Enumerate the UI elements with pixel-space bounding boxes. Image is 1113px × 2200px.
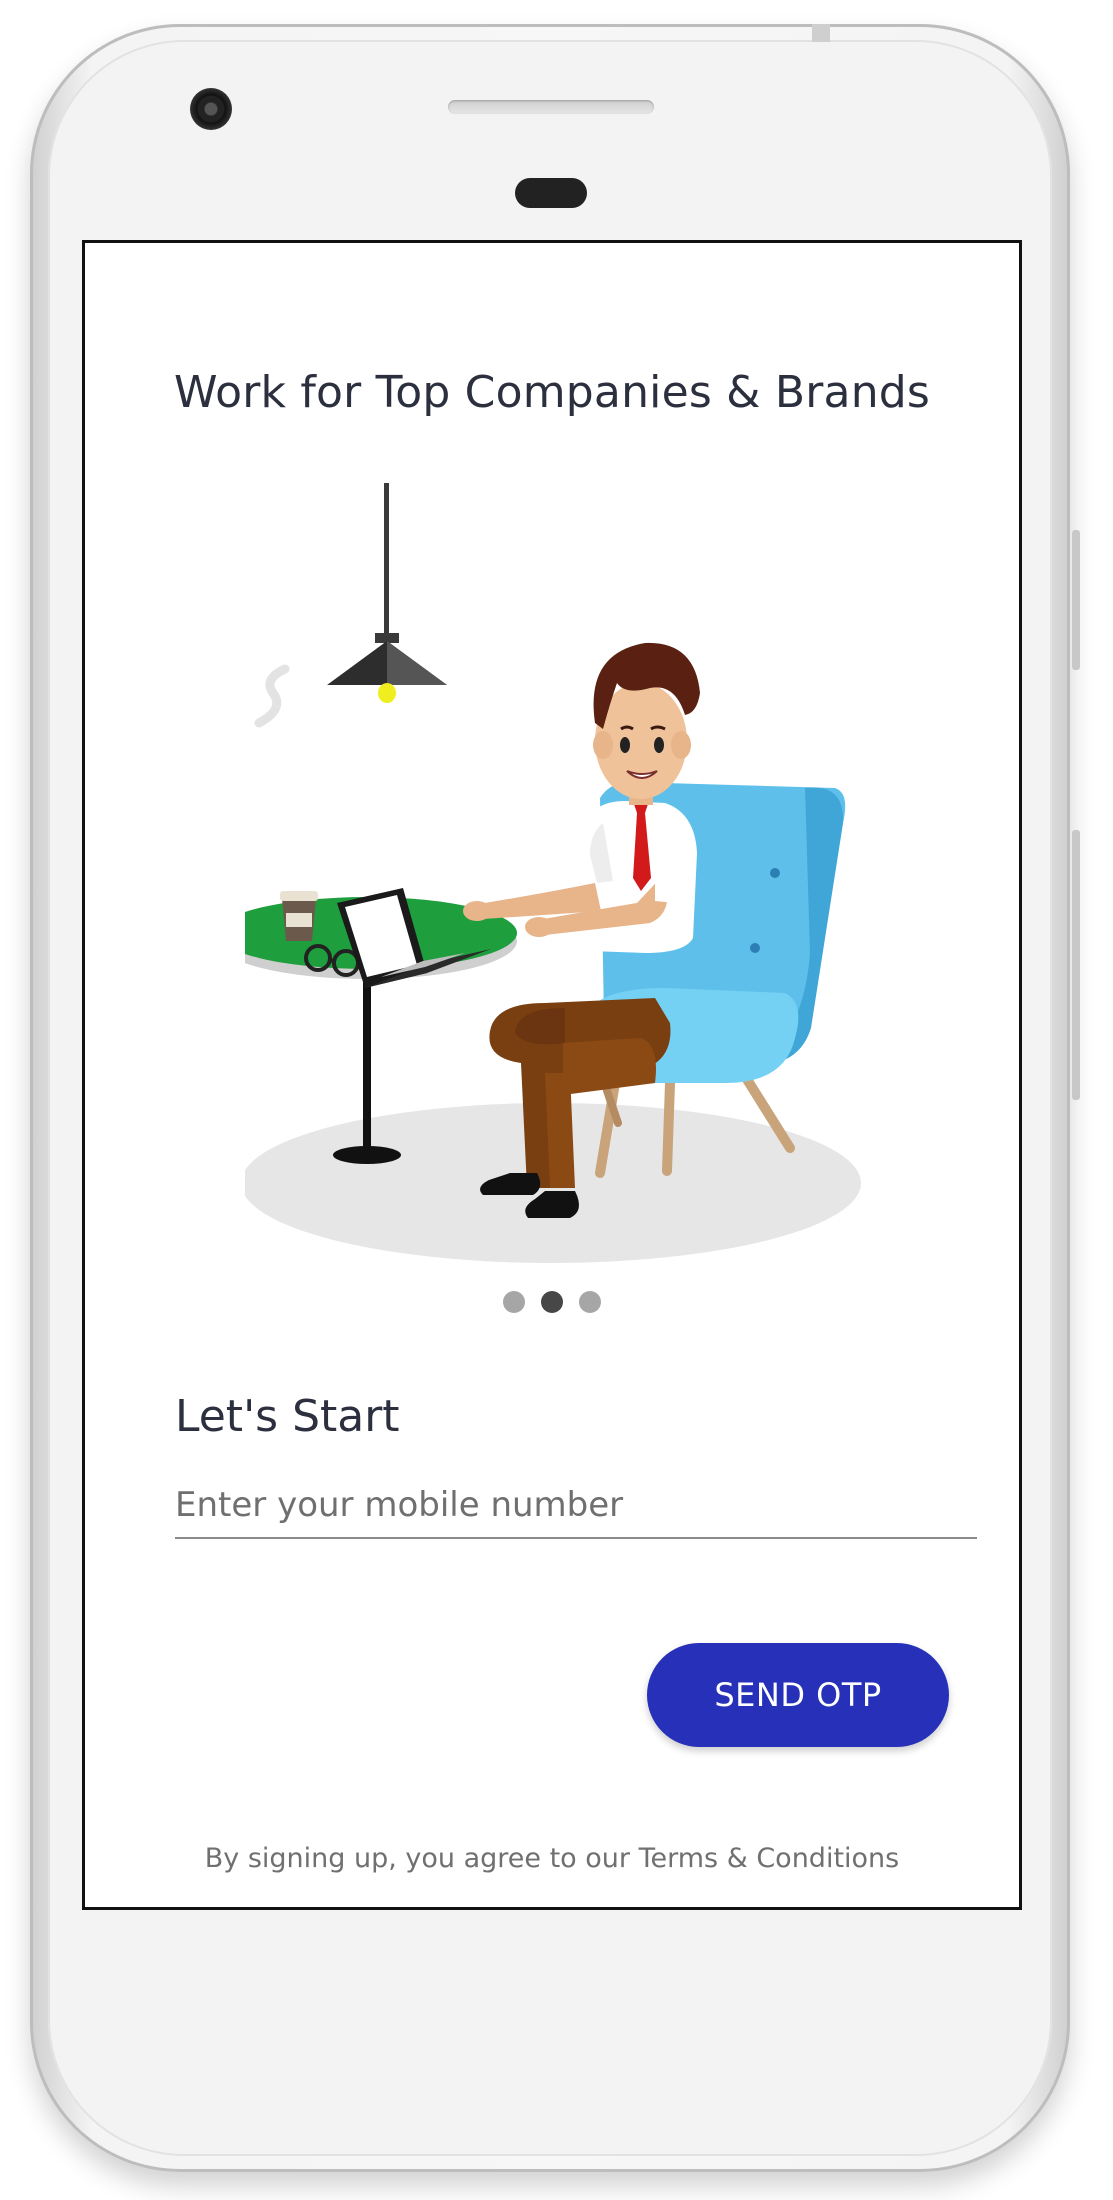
terms-and-conditions-text[interactable]: By signing up, you agree to our Terms & …: [85, 1843, 1019, 1874]
carousel-indicator: [85, 1291, 1019, 1313]
mobile-number-input[interactable]: [175, 1473, 977, 1539]
phone-top-notch: [812, 24, 830, 42]
lets-start-heading: Let's Start: [175, 1391, 400, 1442]
earpiece-speaker: [448, 100, 654, 114]
app-screen: Work for Top Companies & Brands Let's St…: [82, 240, 1022, 1910]
onboarding-headline: Work for Top Companies & Brands: [173, 367, 931, 418]
carousel-dot-3[interactable]: [579, 1291, 601, 1313]
carousel-dot-1[interactable]: [503, 1291, 525, 1313]
send-otp-button[interactable]: SEND OTP: [647, 1643, 949, 1747]
man-working-on-laptop-illustration: [245, 483, 861, 1263]
carousel-dot-2-active[interactable]: [541, 1291, 563, 1313]
proximity-sensor: [515, 178, 587, 208]
power-button: [1072, 530, 1080, 670]
front-camera-icon: [190, 88, 232, 130]
volume-button: [1072, 830, 1080, 1100]
